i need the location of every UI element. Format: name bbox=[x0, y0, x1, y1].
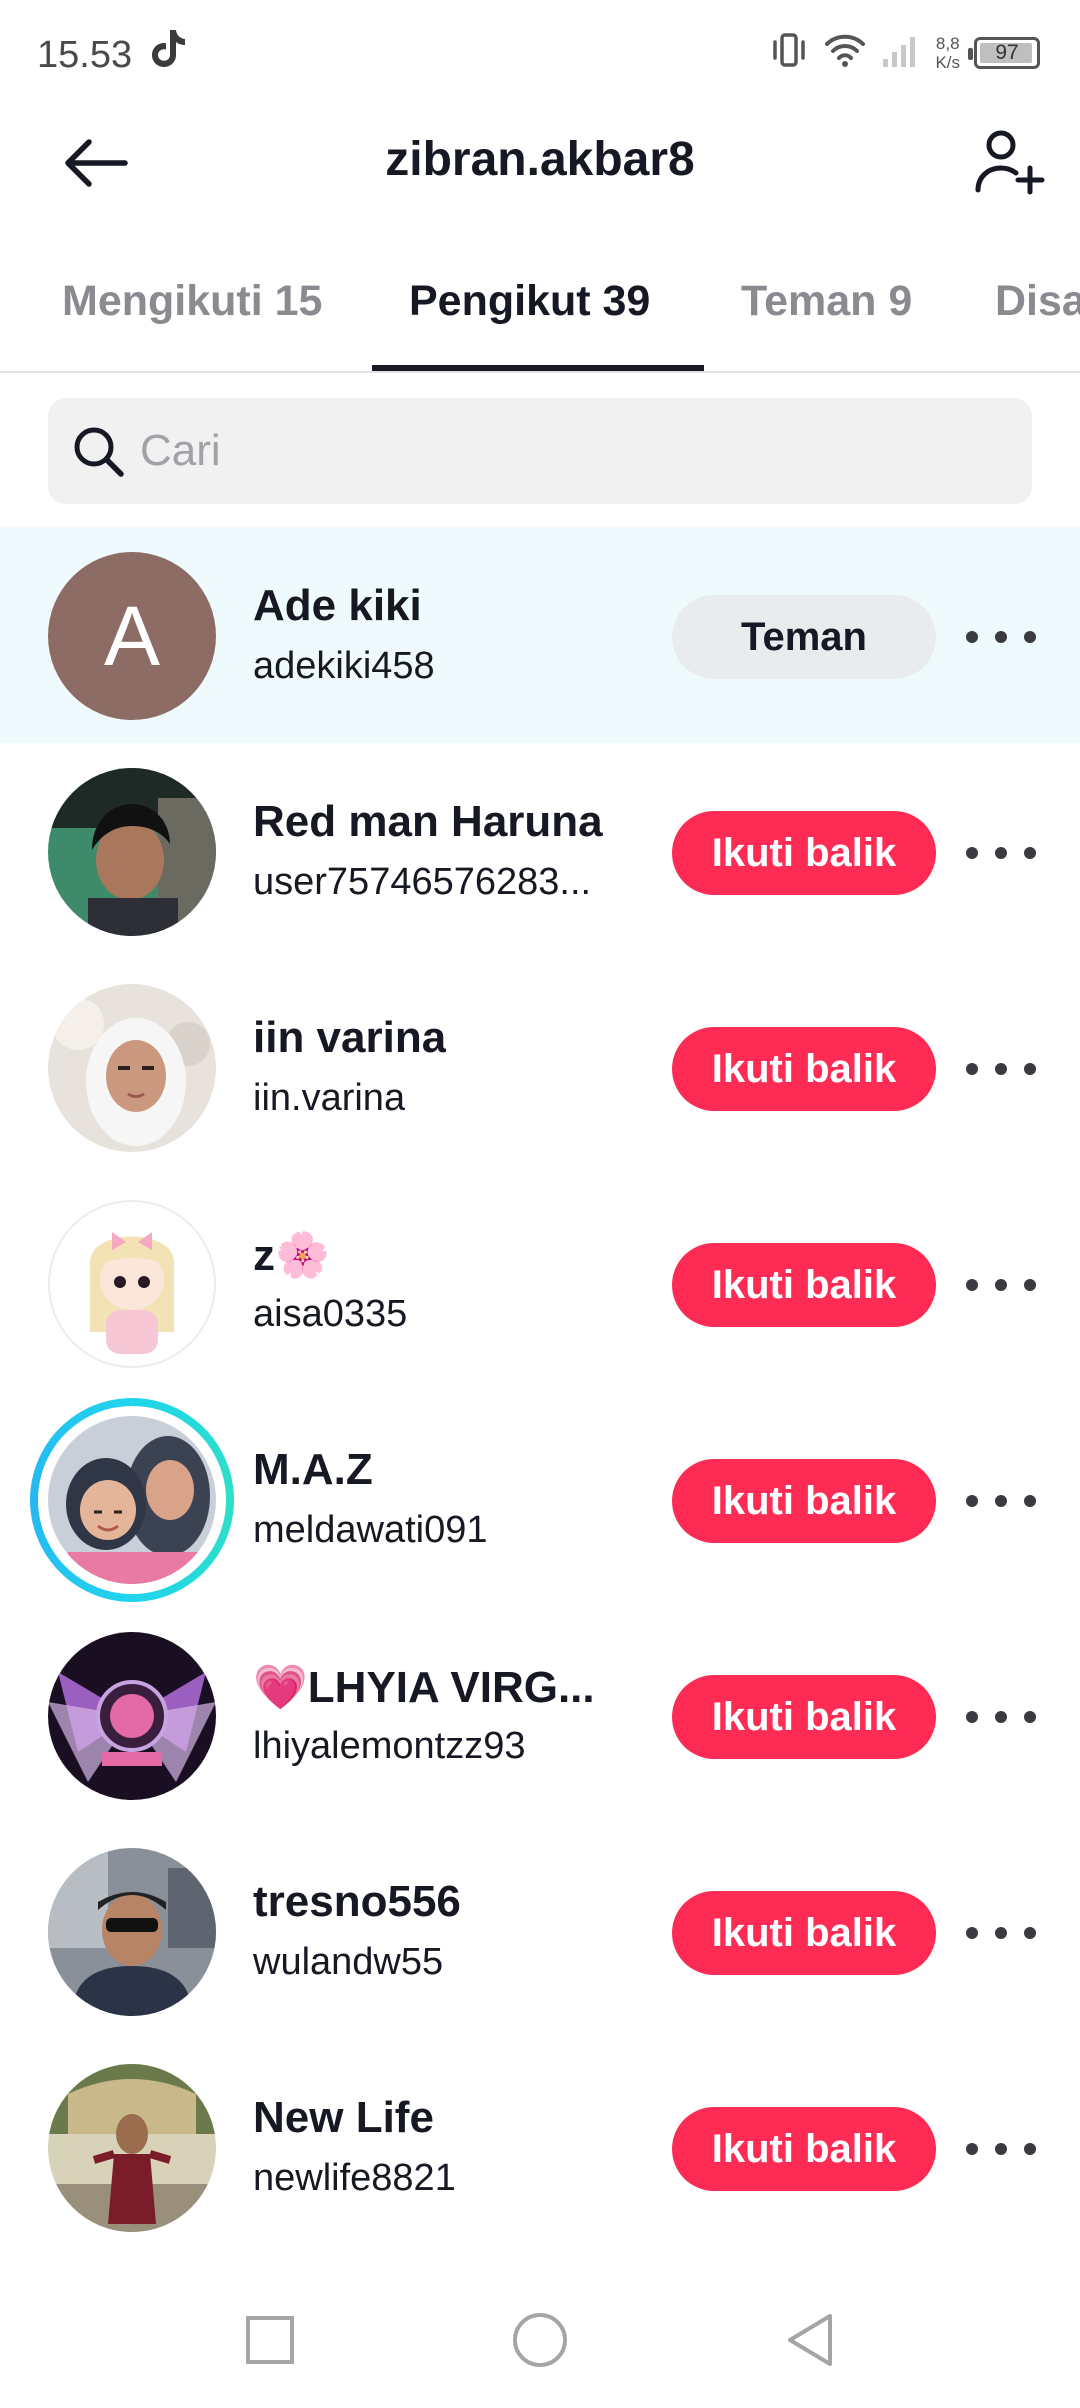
more-horizontal-icon bbox=[966, 847, 978, 859]
follower-row[interactable]: 💗LHYIA VIRG... lhiyalemontzz93 Ikuti bal… bbox=[0, 1607, 1080, 1823]
more-options-button[interactable] bbox=[966, 1479, 1036, 1523]
network-speed-unit: K/s bbox=[935, 52, 960, 72]
more-options-button[interactable] bbox=[966, 831, 1036, 875]
battery-level: 97 bbox=[995, 40, 1019, 64]
active-tab-indicator bbox=[372, 365, 704, 371]
triangle-back-icon bbox=[788, 2314, 832, 2366]
tab-friends[interactable]: Teman 9 bbox=[741, 277, 912, 326]
more-options-button[interactable] bbox=[966, 1047, 1036, 1091]
follow-back-button[interactable]: Ikuti balik bbox=[672, 1243, 936, 1327]
follower-handle[interactable]: wulandw55 bbox=[253, 1941, 443, 1984]
more-options-button[interactable] bbox=[966, 2127, 1036, 2171]
more-options-button[interactable] bbox=[966, 1263, 1036, 1307]
follower-row[interactable]: M.A.Z meldawati091 Ikuti balik bbox=[0, 1391, 1080, 1607]
follower-name[interactable]: New Life bbox=[253, 2093, 434, 2143]
avatar-photo bbox=[50, 1202, 214, 1366]
page-title: zibran.akbar8 bbox=[385, 133, 695, 186]
more-horizontal-icon bbox=[966, 1279, 978, 1291]
tab-followers[interactable]: Pengikut 39 bbox=[409, 277, 650, 326]
avatar[interactable] bbox=[48, 2064, 216, 2232]
status-bar: 15.53 8,8 K/s 97 bbox=[0, 0, 1080, 100]
recent-apps-button[interactable] bbox=[238, 2308, 302, 2372]
add-user-button[interactable] bbox=[970, 122, 1050, 202]
signal-icon bbox=[881, 31, 921, 74]
follower-row[interactable]: tresno556 wulandw55 Ikuti balik bbox=[0, 1823, 1080, 2039]
person-add-icon bbox=[975, 130, 1045, 195]
system-nav-bar bbox=[0, 2270, 1080, 2408]
more-horizontal-icon bbox=[966, 1711, 978, 1723]
home-button[interactable] bbox=[508, 2308, 572, 2372]
tab-suggested[interactable]: Disa bbox=[995, 277, 1080, 326]
avatar[interactable] bbox=[48, 984, 216, 1152]
battery-icon: 97 bbox=[968, 36, 1040, 69]
follower-name[interactable]: 💗LHYIA VIRG... bbox=[253, 1661, 595, 1713]
follower-list: A Ade kiki adekiki458 Teman Red man Haru… bbox=[0, 527, 1080, 2255]
more-horizontal-icon bbox=[966, 1495, 978, 1507]
avatar-photo bbox=[48, 1632, 216, 1800]
follow-back-button[interactable]: Ikuti balik bbox=[672, 1027, 936, 1111]
follower-row[interactable]: A Ade kiki adekiki458 Teman bbox=[0, 527, 1080, 743]
follow-back-button[interactable]: Ikuti balik bbox=[672, 1459, 936, 1543]
follower-handle[interactable]: meldawati091 bbox=[253, 1509, 487, 1552]
tab-bar: Mengikuti 15 Pengikut 39 Teman 9 Disa bbox=[0, 225, 1080, 373]
header: zibran.akbar8 bbox=[0, 100, 1080, 225]
status-time: 15.53 bbox=[37, 34, 133, 76]
avatar[interactable] bbox=[48, 1416, 216, 1584]
tab-following[interactable]: Mengikuti 15 bbox=[62, 277, 322, 326]
status-icons: 8,8 K/s 97 bbox=[769, 30, 1040, 75]
more-options-button[interactable] bbox=[966, 1911, 1036, 1955]
follow-back-button[interactable]: Ikuti balik bbox=[672, 1675, 936, 1759]
follower-row[interactable]: New Life newlife8821 Ikuti balik bbox=[0, 2039, 1080, 2255]
more-options-button[interactable] bbox=[966, 1695, 1036, 1739]
avatar-photo bbox=[48, 1848, 216, 2016]
more-horizontal-icon bbox=[966, 1063, 978, 1075]
system-back-button[interactable] bbox=[778, 2308, 842, 2372]
follower-name[interactable]: Ade kiki bbox=[253, 581, 422, 631]
more-options-button[interactable] bbox=[966, 615, 1036, 659]
avatar-letter: A bbox=[103, 588, 161, 683]
more-horizontal-icon bbox=[966, 631, 978, 643]
circle-icon bbox=[513, 2313, 567, 2367]
follow-back-button[interactable]: Ikuti balik bbox=[672, 1891, 936, 1975]
follower-handle[interactable]: iin.varina bbox=[253, 1077, 405, 1120]
follower-handle[interactable]: adekiki458 bbox=[253, 645, 435, 688]
follower-name[interactable]: M.A.Z bbox=[253, 1445, 373, 1495]
more-horizontal-icon bbox=[966, 2143, 978, 2155]
square-icon bbox=[246, 2316, 294, 2364]
vibrate-icon bbox=[769, 30, 809, 75]
avatar-photo bbox=[48, 2064, 216, 2232]
avatar-photo bbox=[48, 1416, 216, 1584]
search-bar[interactable] bbox=[48, 398, 1032, 504]
search-icon bbox=[68, 421, 128, 481]
more-horizontal-icon bbox=[966, 1927, 978, 1939]
follower-handle[interactable]: user75746576283... bbox=[253, 861, 591, 904]
avatar[interactable] bbox=[48, 1200, 216, 1368]
follower-handle[interactable]: aisa0335 bbox=[253, 1293, 407, 1336]
tiktok-notification-icon bbox=[150, 28, 186, 75]
network-speed-value: 8,8 bbox=[935, 33, 960, 53]
follower-row[interactable]: iin varina iin.varina Ikuti balik bbox=[0, 959, 1080, 1175]
follower-row[interactable]: z🌸 aisa0335 Ikuti balik bbox=[0, 1175, 1080, 1391]
follower-name[interactable]: Red man Haruna bbox=[253, 797, 603, 847]
follower-handle[interactable]: newlife8821 bbox=[253, 2157, 456, 2200]
avatar[interactable]: A bbox=[48, 552, 216, 720]
avatar-photo bbox=[48, 768, 216, 936]
follow-back-button[interactable]: Ikuti balik bbox=[672, 811, 936, 895]
follower-handle[interactable]: lhiyalemontzz93 bbox=[253, 1725, 525, 1768]
network-speed: 8,8 K/s bbox=[935, 34, 960, 72]
search-input[interactable] bbox=[140, 426, 1000, 476]
follower-name[interactable]: iin varina bbox=[253, 1013, 446, 1063]
avatar[interactable] bbox=[48, 1632, 216, 1800]
avatar-photo bbox=[48, 984, 216, 1152]
friends-button[interactable]: Teman bbox=[672, 595, 936, 679]
wifi-icon bbox=[823, 31, 867, 74]
follower-name[interactable]: z🌸 bbox=[253, 1229, 330, 1281]
avatar[interactable] bbox=[48, 1848, 216, 2016]
avatar[interactable] bbox=[48, 768, 216, 936]
follow-back-button[interactable]: Ikuti balik bbox=[672, 2107, 936, 2191]
follower-name[interactable]: tresno556 bbox=[253, 1877, 461, 1927]
follower-row[interactable]: Red man Haruna user75746576283... Ikuti … bbox=[0, 743, 1080, 959]
